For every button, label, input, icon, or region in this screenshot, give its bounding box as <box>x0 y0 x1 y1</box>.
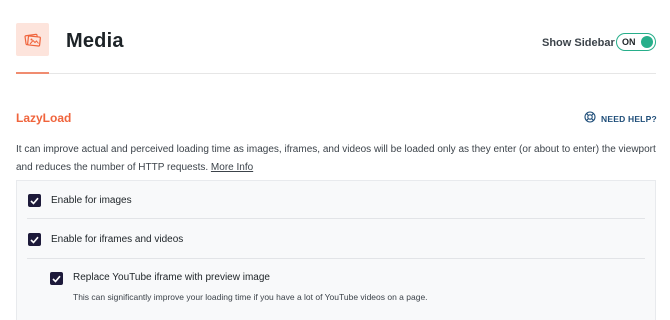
description-text: It can improve actual and perceived load… <box>16 144 656 173</box>
images-option-label: Enable for images <box>51 195 132 206</box>
option-row-images: Enable for images <box>17 181 657 219</box>
lifebuoy-icon <box>584 110 596 128</box>
section-description: It can improve actual and perceived load… <box>16 141 656 177</box>
iframes-option-label: Enable for iframes and videos <box>51 234 184 245</box>
media-images-icon <box>16 23 49 56</box>
option-row-youtube: Replace YouTube iframe with preview imag… <box>17 259 657 319</box>
need-help-link[interactable]: NEED HELP? <box>584 110 657 128</box>
show-sidebar-label: Show Sidebar <box>542 37 615 49</box>
more-info-link[interactable]: More Info <box>211 162 253 173</box>
youtube-option-label: Replace YouTube iframe with preview imag… <box>73 272 270 283</box>
toggle-state-label: ON <box>622 37 636 47</box>
show-sidebar-toggle[interactable]: ON <box>616 33 656 51</box>
need-help-label: NEED HELP? <box>601 114 657 124</box>
lazyload-options-panel: Enable for images Enable for iframes and… <box>16 180 656 320</box>
header-accent-underline <box>16 72 49 74</box>
toggle-knob <box>641 36 653 48</box>
youtube-option-hint: This can significantly improve your load… <box>73 292 428 302</box>
iframes-checkbox[interactable] <box>28 233 41 246</box>
section-title: LazyLoad <box>16 111 72 125</box>
page-title: Media <box>66 30 124 52</box>
page-header: Media Show Sidebar ON <box>16 0 656 74</box>
option-row-iframes: Enable for iframes and videos <box>17 219 657 258</box>
youtube-preview-checkbox[interactable] <box>50 272 63 285</box>
images-checkbox[interactable] <box>28 194 41 207</box>
